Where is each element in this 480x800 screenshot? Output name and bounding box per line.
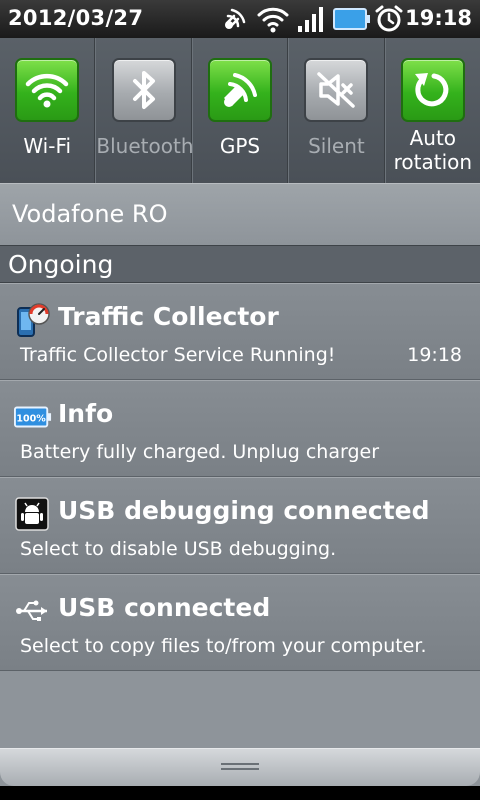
notification-title: Info xyxy=(58,399,114,428)
battery-percent-label: 100% xyxy=(16,414,46,425)
notification-info[interactable]: 100% Info Battery fully charged. Unplug … xyxy=(0,380,480,477)
grip-lines-icon xyxy=(221,763,259,770)
battery-full-icon: 100% xyxy=(14,406,52,428)
notification-title: USB debugging connected xyxy=(58,496,430,525)
toggle-label: Wi-Fi xyxy=(23,134,72,158)
android-debug-icon xyxy=(15,497,49,531)
toggle-label: Auto rotation xyxy=(393,126,473,174)
status-bar: 2012/03/27 19:18 xyxy=(0,0,480,38)
bottom-edge xyxy=(0,786,480,800)
section-title: Ongoing xyxy=(8,250,114,279)
notification-text: Traffic Collector Service Running! xyxy=(20,344,336,366)
gps-toggle-button[interactable] xyxy=(208,58,273,122)
bluetooth-icon xyxy=(132,71,155,109)
notification-usb-debugging[interactable]: USB debugging connected Select to disabl… xyxy=(0,477,480,574)
notification-text: Battery fully charged. Unplug charger xyxy=(20,441,380,463)
empty-area xyxy=(0,675,480,748)
speaker-muted-icon xyxy=(317,72,356,108)
notification-traffic-collector[interactable]: Traffic Collector Traffic Collector Serv… xyxy=(0,283,480,380)
shade-drag-handle[interactable] xyxy=(0,748,480,786)
notification-text: Select to copy files to/from your comput… xyxy=(20,635,427,657)
battery-icon xyxy=(333,8,370,30)
bluetooth-toggle-button[interactable] xyxy=(111,58,176,122)
toggle-label: Silent xyxy=(308,134,365,158)
signal-bars-icon xyxy=(298,7,323,32)
notification-text: Select to disable USB debugging. xyxy=(20,538,337,560)
notification-shade: 2012/03/27 19:18 Wi-Fi Bluetooth GPS Sil… xyxy=(0,0,480,800)
gps-satellite-icon xyxy=(224,73,258,107)
gps-satellite-icon xyxy=(225,8,246,29)
wifi-icon xyxy=(257,7,289,33)
status-date: 2012/03/27 xyxy=(8,6,144,30)
toggle-wifi[interactable]: Wi-Fi xyxy=(0,38,96,183)
carrier-bar: Vodafone RO xyxy=(0,183,480,245)
auto-rotation-toggle-button[interactable] xyxy=(400,58,465,122)
toggle-label: Bluetooth xyxy=(96,134,194,158)
carrier-name: Vodafone RO xyxy=(12,200,168,228)
wifi-toggle-button[interactable] xyxy=(15,58,80,122)
toggle-label: GPS xyxy=(219,134,261,158)
ongoing-header: Ongoing xyxy=(0,245,480,283)
notification-title: USB connected xyxy=(58,593,271,622)
rotate-icon xyxy=(414,73,449,107)
toggle-gps[interactable]: GPS xyxy=(191,38,289,183)
toggle-auto-rotation[interactable]: Auto rotation xyxy=(384,38,480,183)
alarm-clock-icon xyxy=(375,5,403,32)
notification-title: Traffic Collector xyxy=(58,302,279,331)
toggle-silent[interactable]: Silent xyxy=(288,38,385,183)
usb-icon xyxy=(16,600,47,621)
traffic-collector-icon xyxy=(17,303,50,337)
toggle-bluetooth[interactable]: Bluetooth xyxy=(95,38,194,183)
notification-time: 19:18 xyxy=(407,344,462,366)
status-time: 19:18 xyxy=(405,6,472,30)
notification-usb-connected[interactable]: USB connected Select to copy files to/fr… xyxy=(0,574,480,671)
wifi-icon xyxy=(25,73,69,108)
silent-toggle-button[interactable] xyxy=(304,58,369,122)
quick-toggles: Wi-Fi Bluetooth GPS Silent Auto rotation xyxy=(0,38,480,183)
